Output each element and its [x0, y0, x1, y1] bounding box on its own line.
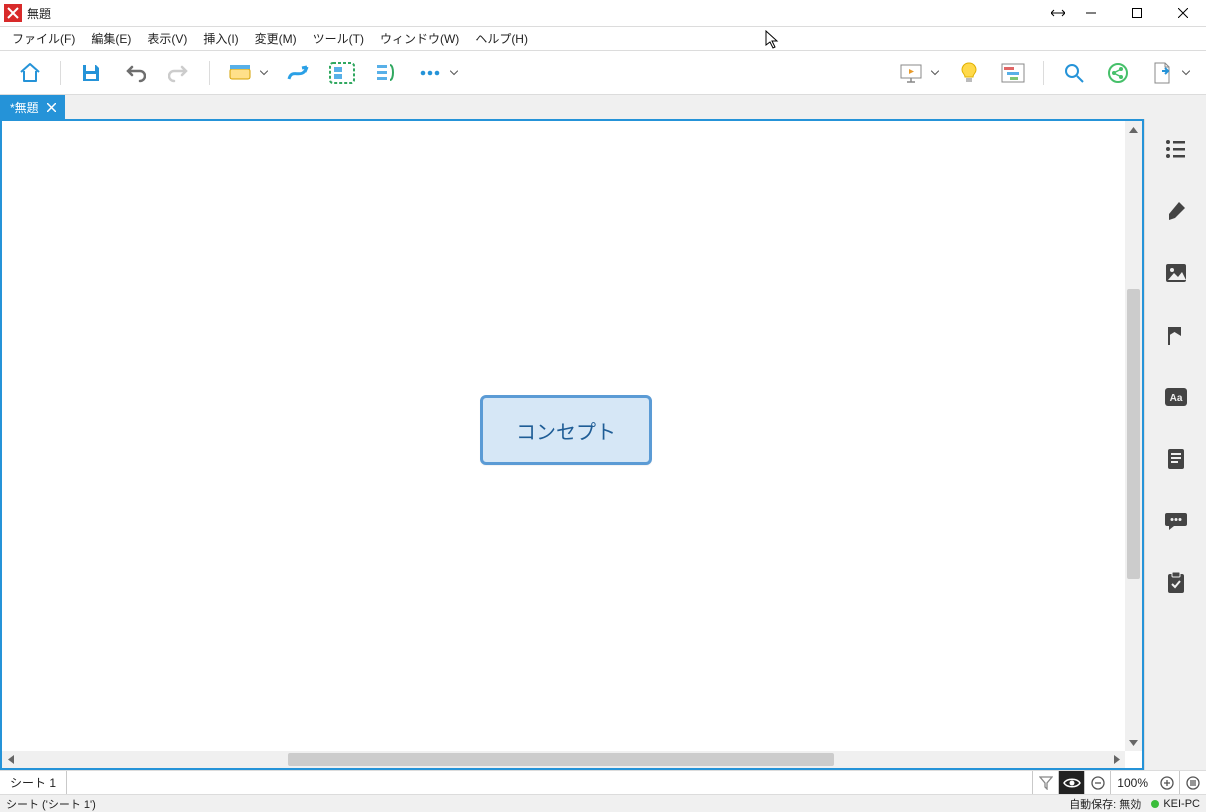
- chevron-down-icon[interactable]: [450, 70, 458, 75]
- toolbar-separator: [60, 61, 61, 85]
- task-panel-button[interactable]: [1160, 567, 1192, 599]
- relationship-button[interactable]: [280, 55, 316, 91]
- format-panel-button[interactable]: [1160, 195, 1192, 227]
- menu-modify[interactable]: 変更(M): [247, 27, 305, 50]
- sheet-bar: シート 1 100%: [0, 770, 1206, 794]
- minimize-button[interactable]: [1068, 0, 1114, 27]
- status-bar: シート ('シート 1') 自動保存: 無効 KEI-PC: [0, 794, 1206, 812]
- presentation-button[interactable]: [893, 55, 929, 91]
- outline-panel-button[interactable]: [1160, 133, 1192, 165]
- home-button[interactable]: [12, 55, 48, 91]
- online-indicator-icon: [1151, 800, 1159, 808]
- comments-panel-button[interactable]: [1160, 505, 1192, 537]
- vertical-scroll-thumb[interactable]: [1127, 289, 1140, 579]
- notes-panel-button[interactable]: [1160, 443, 1192, 475]
- visibility-button[interactable]: [1059, 771, 1085, 794]
- toolbar: [0, 51, 1206, 95]
- gantt-button[interactable]: [995, 55, 1031, 91]
- menu-tools[interactable]: ツール(T): [305, 27, 372, 50]
- zoom-label: 100%: [1111, 776, 1154, 790]
- right-sidebar: Aa: [1144, 119, 1206, 770]
- sheet-input-area[interactable]: [67, 771, 1033, 794]
- boundary-button[interactable]: [324, 55, 360, 91]
- status-autosave: 自動保存: 無効: [1069, 796, 1141, 812]
- menu-file[interactable]: ファイル(F): [4, 27, 83, 50]
- close-icon[interactable]: [45, 100, 59, 114]
- main-area: コンセプト Aa: [0, 119, 1206, 770]
- canvas-region: コンセプト: [0, 119, 1144, 770]
- marker-panel-button[interactable]: [1160, 319, 1192, 351]
- document-tab-strip: *無題: [0, 95, 1206, 119]
- search-button[interactable]: [1056, 55, 1092, 91]
- chevron-down-icon[interactable]: [1182, 70, 1190, 75]
- resize-horizontal-icon[interactable]: [1048, 0, 1068, 27]
- brainstorm-button[interactable]: [951, 55, 987, 91]
- sheet-tab[interactable]: シート 1: [0, 771, 67, 794]
- status-sheet-path: シート ('シート 1'): [6, 796, 96, 812]
- menu-bar: ファイル(F) 編集(E) 表示(V) 挿入(I) 変更(M) ツール(T) ウ…: [0, 27, 1206, 51]
- menu-help[interactable]: ヘルプ(H): [467, 27, 536, 50]
- scroll-up-arrow[interactable]: [1125, 121, 1142, 138]
- scroll-left-arrow[interactable]: [2, 751, 19, 768]
- vertical-scrollbar[interactable]: [1125, 121, 1142, 751]
- more-button[interactable]: [412, 55, 448, 91]
- window-title: 無題: [27, 5, 51, 22]
- menu-view[interactable]: 表示(V): [139, 27, 195, 50]
- zoom-in-button[interactable]: [1154, 771, 1180, 794]
- menu-edit[interactable]: 編集(E): [83, 27, 139, 50]
- fit-button[interactable]: [1180, 771, 1206, 794]
- undo-button[interactable]: [117, 55, 153, 91]
- toolbar-separator: [209, 61, 210, 85]
- chevron-down-icon[interactable]: [931, 70, 939, 75]
- scroll-down-arrow[interactable]: [1125, 734, 1142, 751]
- mindmap-canvas[interactable]: コンセプト: [2, 121, 1142, 768]
- central-topic-node[interactable]: コンセプト: [480, 395, 652, 465]
- scroll-right-arrow[interactable]: [1108, 751, 1125, 768]
- chevron-down-icon[interactable]: [260, 70, 268, 75]
- document-tab-label: *無題: [10, 99, 39, 116]
- share-button[interactable]: [1100, 55, 1136, 91]
- image-panel-button[interactable]: [1160, 257, 1192, 289]
- status-host: KEI-PC: [1163, 798, 1200, 810]
- menu-insert[interactable]: 挿入(I): [195, 27, 246, 50]
- export-button[interactable]: [1144, 55, 1180, 91]
- app-icon: [4, 4, 22, 22]
- font-panel-button[interactable]: Aa: [1160, 381, 1192, 413]
- summary-button[interactable]: [368, 55, 404, 91]
- close-button[interactable]: [1160, 0, 1206, 27]
- maximize-button[interactable]: [1114, 0, 1160, 27]
- filter-button[interactable]: [1033, 771, 1059, 794]
- toolbar-separator: [1043, 61, 1044, 85]
- title-bar: 無題: [0, 0, 1206, 27]
- zoom-out-button[interactable]: [1085, 771, 1111, 794]
- document-tab[interactable]: *無題: [0, 95, 65, 119]
- save-button[interactable]: [73, 55, 109, 91]
- menu-window[interactable]: ウィンドウ(W): [372, 27, 467, 50]
- topic-button[interactable]: [222, 55, 258, 91]
- horizontal-scroll-thumb[interactable]: [288, 753, 834, 766]
- horizontal-scrollbar[interactable]: [2, 751, 1125, 768]
- redo-button[interactable]: [161, 55, 197, 91]
- svg-text:Aa: Aa: [1169, 393, 1182, 404]
